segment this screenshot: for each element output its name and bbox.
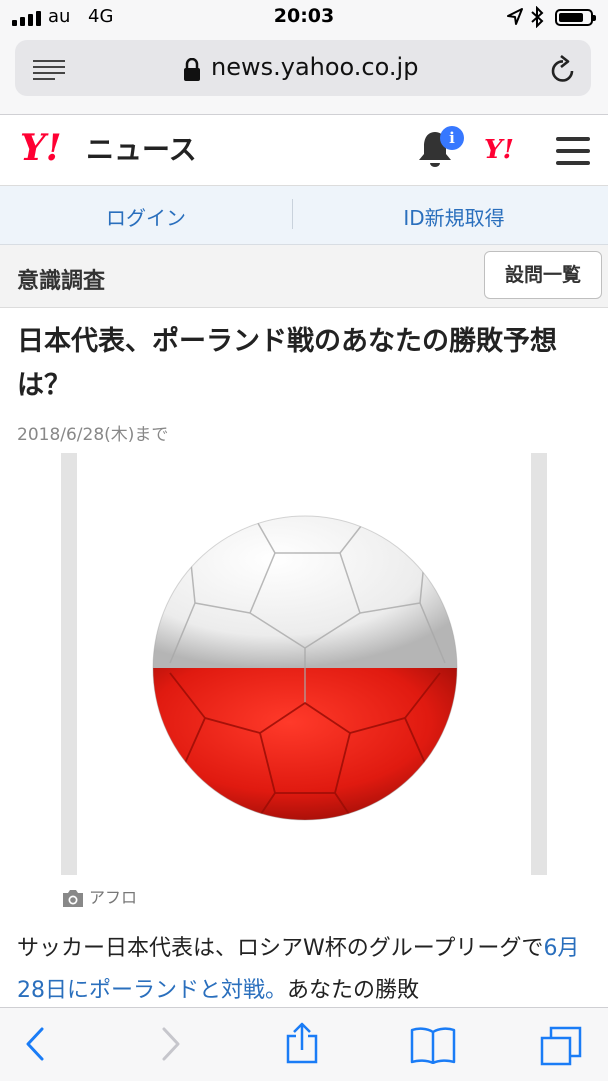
question-list-button[interactable]: 設問一覧 <box>484 251 602 299</box>
body-text-start: サッカー日本代表は、ロシアW杯のグループリーグで <box>17 936 544 961</box>
camera-icon <box>63 890 83 907</box>
url-text[interactable]: news.yahoo.co.jp <box>211 53 418 81</box>
divider <box>292 199 293 229</box>
notification-badge: i <box>440 126 464 150</box>
site-header: Y! ニュース i Y! <box>0 115 608 186</box>
yahoo-logo[interactable]: Y! <box>20 128 62 168</box>
bluetooth-icon <box>531 6 544 28</box>
reload-icon[interactable] <box>549 54 577 84</box>
image-border-right <box>531 453 547 875</box>
article-title: 日本代表、ポーランド戦のあなたの勝敗予想は？ <box>17 326 557 401</box>
address-bar[interactable]: news.yahoo.co.jp <box>15 40 591 96</box>
back-icon[interactable] <box>24 1026 46 1062</box>
article-body: サッカー日本代表は、ロシアW杯のグループリーグで6月28日にポーランドと対戦。あ… <box>17 928 597 1012</box>
body-text-end: あなたの勝敗 <box>287 978 420 1003</box>
share-icon[interactable] <box>285 1022 319 1064</box>
location-icon <box>507 8 523 25</box>
lock-icon <box>184 58 200 81</box>
reader-icon[interactable] <box>33 59 67 81</box>
section-header: 意識調査 設問一覧 <box>0 245 608 308</box>
register-link[interactable]: ID新規取得 <box>300 202 608 231</box>
article-image <box>61 453 547 875</box>
photo-credit: アフロ <box>61 884 137 908</box>
status-bar: au 4G 20:03 <box>0 0 608 36</box>
browser-address-area: news.yahoo.co.jp <box>0 36 608 115</box>
login-link[interactable]: ログイン <box>0 202 292 231</box>
news-logo-text[interactable]: ニュース <box>86 132 197 168</box>
photo-credit-label: アフロ <box>89 888 138 907</box>
browser-toolbar <box>0 1007 608 1081</box>
tabs-icon[interactable] <box>540 1026 582 1066</box>
forward-icon[interactable] <box>160 1026 182 1062</box>
deadline-text: 2018/6/28(木)まで <box>17 425 169 445</box>
image-border-left <box>61 453 77 875</box>
battery-icon <box>555 9 596 26</box>
soccer-ball-image <box>152 515 458 821</box>
auth-bar: ログイン ID新規取得 <box>0 186 608 245</box>
section-title: 意識調査 <box>17 269 106 294</box>
menu-icon[interactable] <box>556 137 590 165</box>
bookmarks-icon[interactable] <box>410 1026 456 1064</box>
yahoo-home-icon[interactable]: Y! <box>484 135 514 165</box>
